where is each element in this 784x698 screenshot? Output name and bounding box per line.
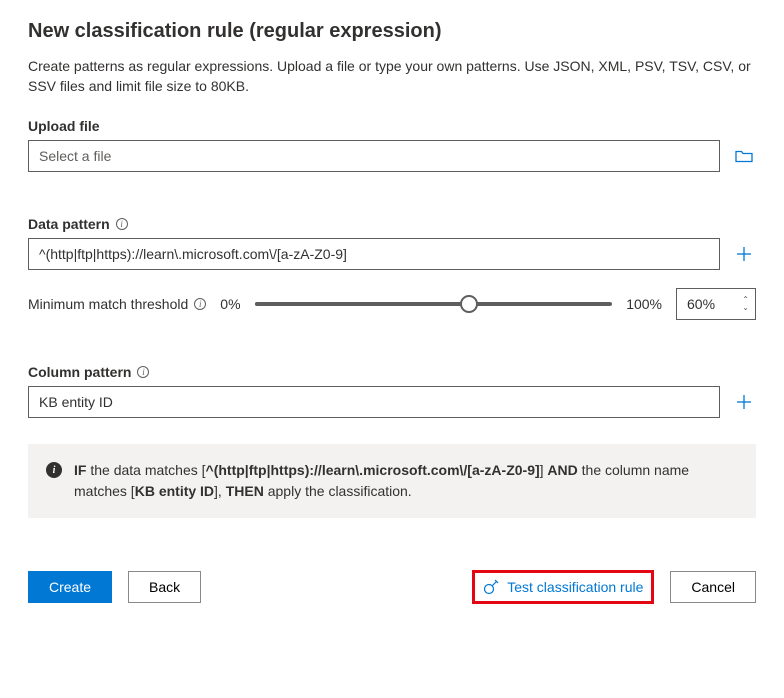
info-icon[interactable]: i	[116, 218, 128, 230]
spin-down-icon[interactable]: ⌄	[742, 304, 749, 312]
info-filled-icon: i	[46, 462, 62, 478]
add-column-pattern-icon[interactable]	[732, 390, 756, 414]
slider-thumb[interactable]	[460, 295, 478, 313]
highlight-box: Test classification rule	[472, 570, 654, 604]
browse-folder-icon[interactable]	[732, 144, 756, 168]
flask-icon	[483, 579, 499, 595]
page-description: Create patterns as regular expressions. …	[28, 57, 756, 96]
rule-summary: i IF the data matches [^(http|ftp|https)…	[28, 444, 756, 518]
info-icon[interactable]: i	[137, 366, 149, 378]
create-button[interactable]: Create	[28, 571, 112, 603]
data-pattern-label: Data pattern i	[28, 216, 756, 232]
threshold-slider[interactable]	[255, 302, 613, 306]
test-classification-button[interactable]: Test classification rule	[483, 579, 643, 595]
threshold-label: Minimum match threshold i	[28, 296, 206, 312]
threshold-value-input[interactable]: 60% ⌃ ⌄	[676, 288, 756, 320]
data-pattern-input[interactable]	[28, 238, 720, 270]
page-title: New classification rule (regular express…	[28, 20, 756, 43]
add-data-pattern-icon[interactable]	[732, 242, 756, 266]
info-icon[interactable]: i	[194, 298, 206, 310]
column-pattern-input[interactable]	[28, 386, 720, 418]
threshold-min: 0%	[220, 296, 240, 312]
cancel-button[interactable]: Cancel	[670, 571, 756, 603]
upload-file-input[interactable]	[28, 140, 720, 172]
column-pattern-label: Column pattern i	[28, 364, 756, 380]
threshold-max: 100%	[626, 296, 662, 312]
upload-file-label: Upload file	[28, 118, 756, 134]
back-button[interactable]: Back	[128, 571, 201, 603]
